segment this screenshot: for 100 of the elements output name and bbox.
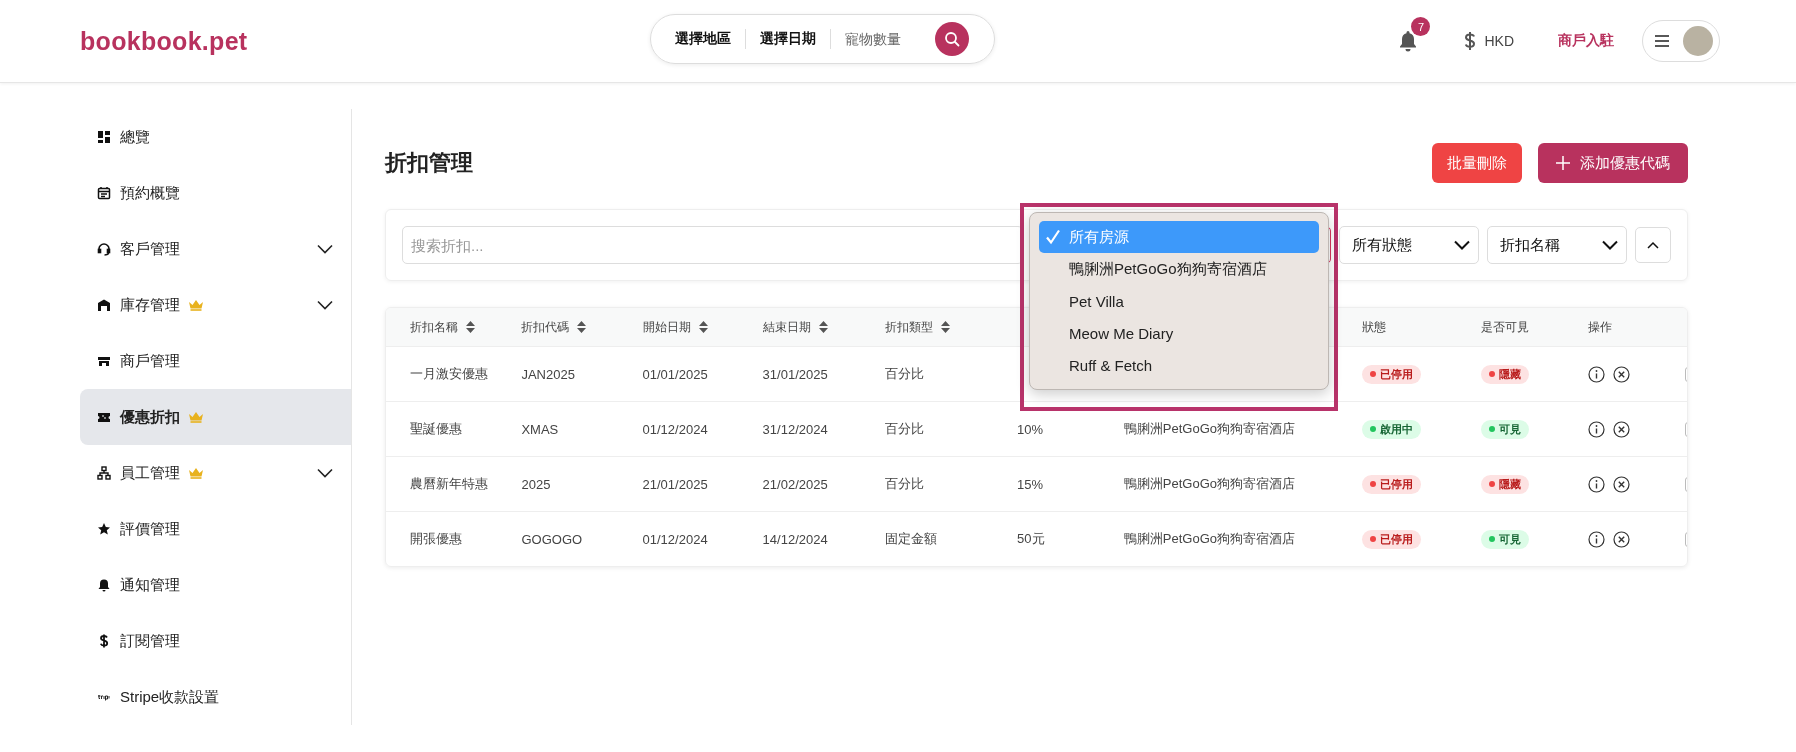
table-cell: 10%: [1017, 421, 1044, 437]
search-button[interactable]: [935, 22, 969, 56]
table-cell: JAN2025: [521, 366, 575, 382]
dashboard-icon: [97, 130, 111, 144]
sidebar-item[interactable]: 商戶管理: [80, 333, 351, 389]
notification-count: 7: [1411, 17, 1431, 36]
sidebar-label: 訂閱管理: [120, 631, 180, 651]
table-cell: 固定金額: [884, 531, 937, 546]
bell-icon[interactable]: [1398, 30, 1419, 52]
sidebar-label: 評價管理: [120, 519, 180, 539]
sidebar-item[interactable]: 訂閱管理: [80, 613, 351, 669]
dollar-icon: [1464, 31, 1477, 51]
column-header: 操作: [1587, 319, 1612, 334]
page-title: 折扣管理: [385, 149, 473, 177]
visibility-badge: 隱藏: [1480, 474, 1529, 494]
sort-icon[interactable]: [940, 321, 950, 333]
status-badge: 啟用中: [1361, 419, 1421, 439]
dropdown-option[interactable]: Pet Villa: [1039, 285, 1319, 317]
column-header[interactable]: 折扣名稱: [410, 318, 458, 336]
ticket-icon: [97, 410, 111, 424]
column-header: 是否可見: [1480, 319, 1529, 334]
search-field[interactable]: 搜索折扣...: [402, 226, 1023, 264]
table-cell: 一月激安優惠: [410, 366, 488, 381]
sidebar-label: 商戶管理: [120, 351, 180, 371]
column-header: 狀態: [1361, 319, 1386, 334]
headset-icon: [97, 242, 111, 256]
sidebar-item[interactable]: 庫存管理: [80, 277, 351, 333]
sort-icon[interactable]: [466, 321, 475, 333]
chevron-down-icon: [1454, 240, 1470, 250]
bell-icon: [97, 578, 111, 592]
sidebar-item[interactable]: 總覽: [80, 109, 351, 165]
info-icon[interactable]: [1587, 530, 1605, 548]
table-cell: 鴨脷洲PetGoGo狗狗寄宿酒店: [1123, 531, 1295, 546]
collapse-button[interactable]: [1635, 227, 1671, 263]
column-header[interactable]: 開始日期: [642, 318, 691, 336]
table-cell: 31/12/2024: [762, 421, 828, 437]
sidebar-item[interactable]: 優惠折扣: [80, 389, 351, 445]
table-cell: 鴨脷洲PetGoGo狗狗寄宿酒店: [1123, 421, 1295, 436]
logo[interactable]: bookbook.pet: [80, 26, 248, 56]
calendar-icon: [97, 186, 111, 200]
table-cell: 鴨脷洲PetGoGo狗狗寄宿酒店: [1123, 476, 1295, 491]
store-icon: [97, 354, 111, 368]
menu-icon: [1655, 35, 1669, 47]
sort-icon[interactable]: [698, 321, 708, 333]
currency-button[interactable]: HKD: [1458, 30, 1520, 52]
sidebar-label: 預約概覽: [120, 183, 180, 203]
chevron-up-icon: [1647, 241, 1659, 249]
sidebar-label: Stripe收款設置: [120, 687, 220, 707]
merchant-join-link[interactable]: 商戶入駐: [1558, 32, 1614, 50]
sidebar-label: 通知管理: [120, 575, 180, 595]
dollar-icon: [97, 634, 111, 648]
delete-icon[interactable]: [1612, 530, 1630, 548]
status-badge: 已停用: [1361, 474, 1421, 494]
visibility-badge: 可見: [1480, 419, 1529, 439]
sidebar-label: 客戶管理: [120, 239, 180, 259]
table-cell: 21/02/2025: [762, 476, 828, 492]
sidebar-label: 員工管理: [120, 463, 180, 483]
avatar-placeholder: [1683, 26, 1713, 56]
table-cell: 01/01/2025: [642, 366, 708, 382]
column-header[interactable]: 折扣類型: [884, 318, 933, 336]
sidebar-item[interactable]: 通知管理: [80, 557, 351, 613]
plus-icon: [1556, 156, 1570, 170]
user-menu-button[interactable]: [1642, 20, 1720, 62]
dropdown-option[interactable]: Meow Me Diary: [1039, 317, 1319, 349]
star-icon: [97, 522, 111, 536]
delete-icon[interactable]: [1612, 475, 1630, 493]
delete-icon[interactable]: [1612, 365, 1630, 383]
table-cell: GOGOGO: [521, 531, 583, 547]
region-selector[interactable]: 選擇地區: [661, 30, 745, 48]
sidebar-item[interactable]: Stripe收款設置: [80, 669, 351, 725]
delete-icon[interactable]: [1612, 420, 1630, 438]
sidebar-item[interactable]: 客戶管理: [80, 221, 351, 277]
table-cell: 14/12/2024: [762, 531, 828, 547]
status-select[interactable]: 所有狀態: [1339, 226, 1479, 264]
table-cell: 百分比: [884, 421, 924, 436]
column-header[interactable]: 結束日期: [762, 318, 811, 336]
bulk-delete-button[interactable]: 批量刪除: [1432, 143, 1522, 183]
status-badge: 已停用: [1361, 529, 1421, 549]
sort-select[interactable]: 折扣名稱: [1487, 226, 1627, 264]
sidebar-item[interactable]: 員工管理: [80, 445, 351, 501]
table-cell: 50元: [1017, 531, 1045, 546]
dropdown-option[interactable]: 鴨脷洲PetGoGo狗狗寄宿酒店: [1039, 253, 1319, 285]
sidebar-item[interactable]: 評價管理: [80, 501, 351, 557]
table-cell: 2025: [521, 476, 551, 492]
date-selector[interactable]: 選擇日期: [746, 30, 830, 48]
info-icon[interactable]: [1587, 475, 1605, 493]
sidebar-item[interactable]: 預約概覽: [80, 165, 351, 221]
sidebar-label: 總覽: [120, 127, 150, 147]
info-icon[interactable]: [1587, 420, 1605, 438]
warehouse-icon: [97, 298, 111, 312]
column-header[interactable]: 折扣代碼: [521, 318, 570, 336]
sort-icon[interactable]: [818, 321, 828, 333]
dropdown-option[interactable]: Ruff & Fetch: [1039, 349, 1319, 381]
table-cell: 百分比: [884, 476, 924, 491]
table-cell: 百分比: [884, 366, 924, 381]
info-icon[interactable]: [1587, 365, 1605, 383]
table-cell: 21/01/2025: [642, 476, 708, 492]
sidebar-label: 庫存管理: [120, 295, 180, 315]
sort-icon[interactable]: [577, 321, 587, 333]
add-coupon-button[interactable]: 添加優惠代碼: [1538, 143, 1688, 183]
